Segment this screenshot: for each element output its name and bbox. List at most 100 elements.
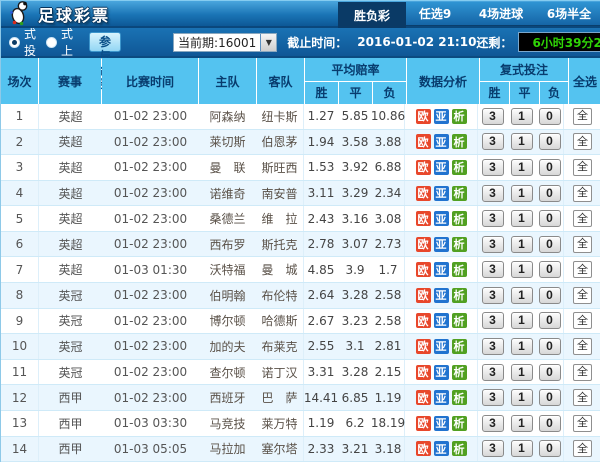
tab-6changbanquan[interactable]: 6场半全 bbox=[538, 2, 600, 25]
bet-lose-button[interactable]: 0 bbox=[539, 261, 561, 278]
select-all-button[interactable]: 全 bbox=[573, 185, 592, 202]
bet-draw-button[interactable]: 1 bbox=[511, 108, 533, 125]
europe-odds-icon[interactable]: 欧 bbox=[416, 211, 431, 226]
select-all-button[interactable]: 全 bbox=[573, 210, 592, 227]
select-all-button[interactable]: 全 bbox=[573, 364, 592, 381]
bet-win-button[interactable]: 3 bbox=[482, 210, 504, 227]
bet-lose-button[interactable]: 0 bbox=[539, 185, 561, 202]
asia-odds-icon[interactable]: 亚 bbox=[434, 160, 449, 175]
analysis-icon[interactable]: 析 bbox=[452, 390, 467, 405]
join-group-buy-button[interactable]: 参与合买 bbox=[89, 32, 121, 52]
select-all-button[interactable]: 全 bbox=[573, 338, 592, 355]
bet-win-button[interactable]: 3 bbox=[482, 312, 504, 329]
bet-draw-button[interactable]: 1 bbox=[511, 210, 533, 227]
bet-draw-button[interactable]: 1 bbox=[511, 312, 533, 329]
bet-lose-button[interactable]: 0 bbox=[539, 440, 561, 457]
analysis-icon[interactable]: 析 bbox=[452, 288, 467, 303]
europe-odds-icon[interactable]: 欧 bbox=[416, 262, 431, 277]
bet-draw-button[interactable]: 1 bbox=[511, 415, 533, 432]
bet-lose-button[interactable]: 0 bbox=[539, 338, 561, 355]
asia-odds-icon[interactable]: 亚 bbox=[434, 288, 449, 303]
bet-draw-button[interactable]: 1 bbox=[511, 440, 533, 457]
bet-win-button[interactable]: 3 bbox=[482, 261, 504, 278]
bet-win-button[interactable]: 3 bbox=[482, 236, 504, 253]
europe-odds-icon[interactable]: 欧 bbox=[416, 390, 431, 405]
bet-draw-button[interactable]: 1 bbox=[511, 185, 533, 202]
europe-odds-icon[interactable]: 欧 bbox=[416, 134, 431, 149]
tab-shengfucai[interactable]: 胜负彩 bbox=[338, 2, 406, 28]
bet-lose-button[interactable]: 0 bbox=[539, 312, 561, 329]
bet-lose-button[interactable]: 0 bbox=[539, 364, 561, 381]
europe-odds-icon[interactable]: 欧 bbox=[416, 109, 431, 124]
bet-win-button[interactable]: 3 bbox=[482, 364, 504, 381]
select-all-button[interactable]: 全 bbox=[573, 261, 592, 278]
bet-win-button[interactable]: 3 bbox=[482, 440, 504, 457]
europe-odds-icon[interactable]: 欧 bbox=[416, 365, 431, 380]
select-all-button[interactable]: 全 bbox=[573, 287, 592, 304]
europe-odds-icon[interactable]: 欧 bbox=[416, 288, 431, 303]
bet-win-button[interactable]: 3 bbox=[482, 159, 504, 176]
bet-draw-button[interactable]: 1 bbox=[511, 389, 533, 406]
asia-odds-icon[interactable]: 亚 bbox=[434, 211, 449, 226]
asia-odds-icon[interactable]: 亚 bbox=[434, 313, 449, 328]
bet-lose-button[interactable]: 0 bbox=[539, 236, 561, 253]
bet-draw-button[interactable]: 1 bbox=[511, 287, 533, 304]
europe-odds-icon[interactable]: 欧 bbox=[416, 186, 431, 201]
asia-odds-icon[interactable]: 亚 bbox=[434, 390, 449, 405]
analysis-icon[interactable]: 析 bbox=[452, 262, 467, 277]
analysis-icon[interactable]: 析 bbox=[452, 160, 467, 175]
analysis-icon[interactable]: 析 bbox=[452, 313, 467, 328]
asia-odds-icon[interactable]: 亚 bbox=[434, 365, 449, 380]
bet-lose-button[interactable]: 0 bbox=[539, 415, 561, 432]
select-all-button[interactable]: 全 bbox=[573, 133, 592, 150]
bet-lose-button[interactable]: 0 bbox=[539, 133, 561, 150]
select-all-button[interactable]: 全 bbox=[573, 389, 592, 406]
analysis-icon[interactable]: 析 bbox=[452, 211, 467, 226]
asia-odds-icon[interactable]: 亚 bbox=[434, 441, 449, 456]
bet-draw-button[interactable]: 1 bbox=[511, 364, 533, 381]
bet-win-button[interactable]: 3 bbox=[482, 389, 504, 406]
asia-odds-icon[interactable]: 亚 bbox=[434, 186, 449, 201]
bet-draw-button[interactable]: 1 bbox=[511, 338, 533, 355]
tab-renxuan9[interactable]: 任选9 bbox=[406, 2, 464, 25]
select-all-button[interactable]: 全 bbox=[573, 440, 592, 457]
bet-win-button[interactable]: 3 bbox=[482, 185, 504, 202]
select-all-button[interactable]: 全 bbox=[573, 236, 592, 253]
analysis-icon[interactable]: 析 bbox=[452, 441, 467, 456]
select-all-button[interactable]: 全 bbox=[573, 312, 592, 329]
select-all-button[interactable]: 全 bbox=[573, 415, 592, 432]
analysis-icon[interactable]: 析 bbox=[452, 134, 467, 149]
europe-odds-icon[interactable]: 欧 bbox=[416, 441, 431, 456]
bet-draw-button[interactable]: 1 bbox=[511, 236, 533, 253]
analysis-icon[interactable]: 析 bbox=[452, 365, 467, 380]
bet-draw-button[interactable]: 1 bbox=[511, 159, 533, 176]
asia-odds-icon[interactable]: 亚 bbox=[434, 134, 449, 149]
bet-draw-button[interactable]: 1 bbox=[511, 133, 533, 150]
asia-odds-icon[interactable]: 亚 bbox=[434, 109, 449, 124]
asia-odds-icon[interactable]: 亚 bbox=[434, 237, 449, 252]
analysis-icon[interactable]: 析 bbox=[452, 339, 467, 354]
europe-odds-icon[interactable]: 欧 bbox=[416, 160, 431, 175]
europe-odds-icon[interactable]: 欧 bbox=[416, 313, 431, 328]
bet-lose-button[interactable]: 0 bbox=[539, 108, 561, 125]
select-all-button[interactable]: 全 bbox=[573, 159, 592, 176]
analysis-icon[interactable]: 析 bbox=[452, 237, 467, 252]
bet-lose-button[interactable]: 0 bbox=[539, 159, 561, 176]
bet-lose-button[interactable]: 0 bbox=[539, 389, 561, 406]
europe-odds-icon[interactable]: 欧 bbox=[416, 237, 431, 252]
tab-4changjinqiu[interactable]: 4场进球 bbox=[464, 2, 538, 25]
europe-odds-icon[interactable]: 欧 bbox=[416, 339, 431, 354]
bet-lose-button[interactable]: 0 bbox=[539, 210, 561, 227]
bet-win-button[interactable]: 3 bbox=[482, 415, 504, 432]
bet-win-button[interactable]: 3 bbox=[482, 338, 504, 355]
analysis-icon[interactable]: 析 bbox=[452, 186, 467, 201]
bet-win-button[interactable]: 3 bbox=[482, 133, 504, 150]
bet-win-button[interactable]: 3 bbox=[482, 287, 504, 304]
current-period-select[interactable]: 当前期:16001 ▼ bbox=[173, 33, 277, 52]
asia-odds-icon[interactable]: 亚 bbox=[434, 416, 449, 431]
europe-odds-icon[interactable]: 欧 bbox=[416, 416, 431, 431]
analysis-icon[interactable]: 析 bbox=[452, 416, 467, 431]
analysis-icon[interactable]: 析 bbox=[452, 109, 467, 124]
bet-draw-button[interactable]: 1 bbox=[511, 261, 533, 278]
bet-lose-button[interactable]: 0 bbox=[539, 287, 561, 304]
